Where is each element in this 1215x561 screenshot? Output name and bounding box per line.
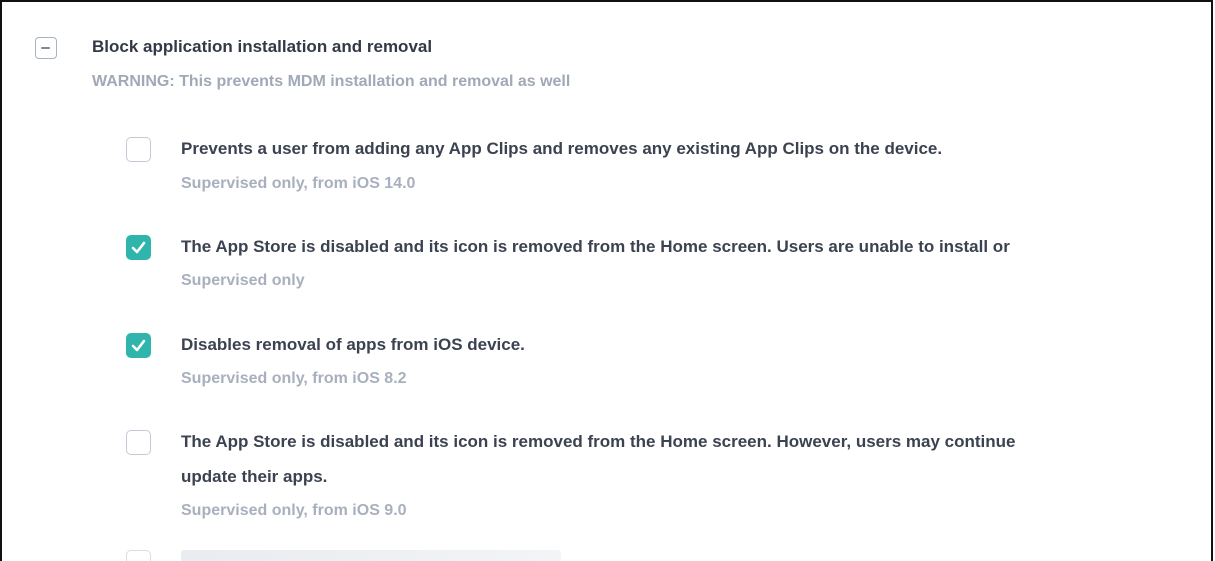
- option-checkbox-app-store-disabled[interactable]: [126, 235, 151, 260]
- option-sub-app-clips: Supervised only, from iOS 14.0: [181, 175, 416, 192]
- parent-indeterminate-checkbox[interactable]: [35, 37, 57, 59]
- option-sub-disable-app-removal: Supervised only, from iOS 8.2: [181, 370, 407, 387]
- parent-setting-title: Block application installation and remov…: [92, 37, 433, 56]
- checkmark-icon: [131, 241, 146, 254]
- settings-panel: Block application installation and remov…: [0, 0, 1213, 561]
- option-label-app-clips: Prevents a user from adding any App Clip…: [181, 139, 943, 158]
- minus-icon: [41, 47, 50, 49]
- option-checkbox-cutoff[interactable]: [126, 550, 151, 561]
- option-checkbox-disable-app-removal[interactable]: [126, 333, 151, 358]
- option-checkbox-app-clips[interactable]: [126, 137, 151, 162]
- option-sub-app-store-disabled: Supervised only: [181, 272, 305, 289]
- option-sub-app-store-updates: Supervised only, from iOS 9.0: [181, 502, 407, 519]
- option-label-cutoff: [181, 550, 561, 561]
- option-label-app-store-updates-line2: update their apps.: [181, 467, 328, 486]
- option-label-app-store-disabled: The App Store is disabled and its icon i…: [181, 237, 1010, 256]
- parent-setting-warning: WARNING: This prevents MDM installation …: [92, 73, 571, 90]
- checkmark-icon: [131, 339, 146, 352]
- option-checkbox-app-store-updates[interactable]: [126, 430, 151, 455]
- option-label-disable-app-removal: Disables removal of apps from iOS device…: [181, 335, 525, 354]
- option-label-app-store-updates: The App Store is disabled and its icon i…: [181, 432, 1016, 451]
